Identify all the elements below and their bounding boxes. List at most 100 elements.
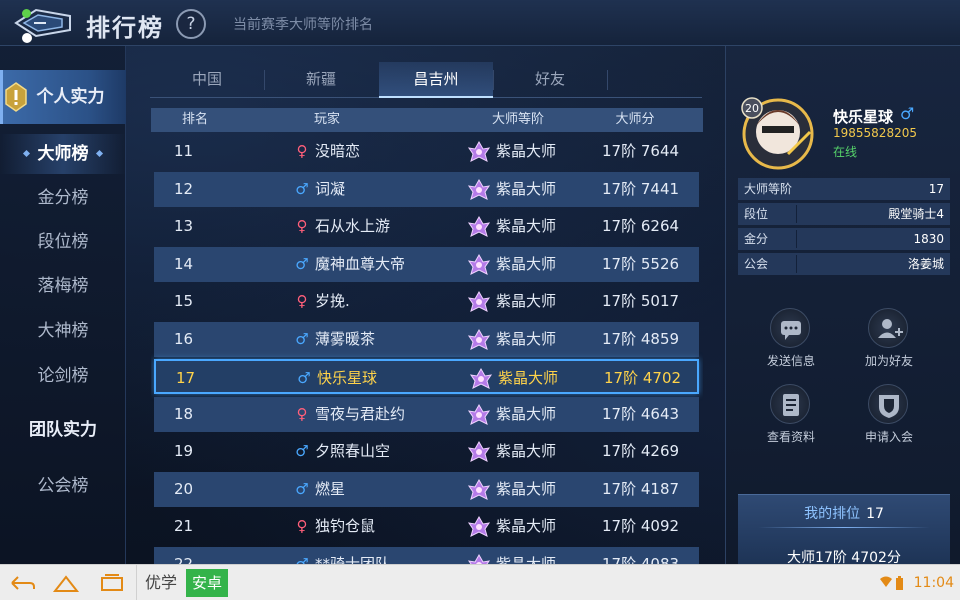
amethyst-master-icon: [467, 215, 491, 237]
male-gender-icon: ♂: [295, 329, 309, 348]
stat-guild: 公会 洛姜城: [738, 253, 950, 275]
rank-cell: 21: [174, 517, 194, 535]
header-score: 大师分: [615, 112, 655, 127]
tab-changji[interactable]: 昌吉州: [379, 62, 493, 98]
sidebar-item-rank-tier[interactable]: 段位榜: [0, 222, 126, 262]
profile-doc-icon: [770, 384, 810, 424]
action-label: 发送信息: [766, 354, 815, 368]
score-cell: 17阶 4702: [604, 369, 682, 387]
male-gender-icon: ♂: [900, 104, 915, 123]
table-row[interactable]: 22 ♂ **骑士团队 紫晶大师 17阶 4083: [154, 546, 699, 565]
male-gender-icon: ♂: [297, 369, 311, 387]
table-row[interactable]: 11 ♀ 没暗恋 紫晶大师 17阶 7644: [154, 134, 699, 169]
system-navbar: 优学 安卓 11:04: [0, 564, 960, 600]
stat-master-tier: 大师等阶 17: [738, 178, 950, 200]
add-friend-icon: [868, 308, 908, 348]
my-rank-divider: [758, 527, 930, 528]
female-gender-icon: ♀: [296, 404, 308, 423]
table-row[interactable]: 16 ♂ 薄雾暖茶 紫晶大师 17阶 4859: [154, 321, 699, 357]
rank-cell: 18: [174, 404, 194, 423]
player-name-cell: 燃星: [315, 479, 346, 498]
stat-key: 金分: [744, 232, 769, 246]
score-cell: 17阶 4643: [602, 404, 680, 423]
sidebar-item-sword[interactable]: 论剑榜: [0, 356, 126, 396]
male-gender-icon: ♂: [295, 254, 309, 273]
table-row[interactable]: 19 ♂ 夕照春山空 紫晶大师 17阶 4269: [154, 434, 699, 469]
score-cell: 17阶 7441: [602, 179, 680, 198]
sidebar-item-god[interactable]: 大神榜: [0, 311, 126, 351]
stat-divider: [796, 230, 797, 248]
back-arrow-icon: [14, 8, 71, 38]
rank-cell: 17: [176, 369, 196, 387]
amethyst-master-icon: [467, 515, 491, 537]
tier-cell: 紫晶大师: [498, 369, 559, 387]
app-name[interactable]: 优学: [136, 565, 177, 600]
tier-cell: 紫晶大师: [496, 554, 557, 565]
overlay-dot-icon: [22, 33, 32, 43]
apply-join-guild-button[interactable]: 申请入会: [846, 384, 926, 452]
sidebar-section-personal[interactable]: 个人实力: [0, 70, 126, 124]
female-gender-icon: ♀: [296, 292, 308, 310]
header-rank: 排名: [181, 112, 208, 127]
android-badge[interactable]: 安卓: [186, 569, 229, 597]
score-cell: 17阶 6264: [602, 217, 680, 235]
tier-cell: 紫晶大师: [496, 404, 557, 423]
table-row[interactable]: 13 ♀ 石从水上游 紫晶大师 17阶 6264: [154, 209, 699, 244]
stat-divider: [796, 255, 797, 273]
table-row[interactable]: 18 ♀ 雪夜与君赴约 紫晶大师 17阶 4643: [154, 396, 699, 432]
rank-cell: 20: [174, 479, 194, 498]
tab-xinjiang[interactable]: 新疆: [264, 62, 378, 98]
stat-divider: [796, 205, 797, 223]
table-row[interactable]: 15 ♀ 岁挽. 紫晶大师 17阶 5017: [154, 284, 699, 319]
recent-apps-icon[interactable]: [98, 571, 126, 595]
score-cell: 17阶 5526: [602, 254, 680, 273]
action-label: 加为好友: [864, 354, 913, 368]
message-icon: [770, 308, 810, 348]
wifi-battery-icon: [880, 576, 903, 590]
help-button[interactable]: ?: [176, 9, 206, 39]
tab-divider: [607, 70, 608, 90]
amethyst-master-icon: [467, 290, 491, 312]
table-row[interactable]: 20 ♂ 燃星 紫晶大师 17阶 4187: [154, 471, 699, 507]
sidebar-section-team[interactable]: 团队实力: [0, 403, 126, 457]
tier-cell: 紫晶大师: [496, 442, 557, 460]
tab-china[interactable]: 中国: [150, 62, 264, 98]
level-badge: 20: [745, 102, 759, 115]
player-name-cell: 快乐星球: [317, 369, 378, 387]
male-gender-icon: ♂: [295, 442, 309, 460]
action-label: 查看资料: [766, 430, 815, 444]
sidebar-item-gold[interactable]: 金分榜: [0, 178, 126, 218]
sidebar-item-guild[interactable]: 公会榜: [0, 466, 126, 506]
rank-cell: 19: [174, 442, 194, 460]
stat-rank-tier: 段位 殿堂骑士4: [738, 203, 950, 225]
table-row[interactable]: 21 ♀ 独钓仓鼠 紫晶大师 17阶 4092: [154, 509, 699, 544]
player-name-cell: 词凝: [315, 179, 346, 198]
stat-value: 洛姜城: [907, 257, 944, 271]
score-cell: 17阶 5017: [602, 292, 680, 310]
view-profile-button[interactable]: 查看资料: [748, 384, 828, 452]
header-tier: 大师等阶: [491, 112, 544, 127]
page-title: 排行榜: [86, 14, 164, 42]
amethyst-master-icon: [467, 440, 491, 462]
rank-cell: 12: [174, 179, 194, 198]
send-message-button[interactable]: 发送信息: [748, 308, 828, 376]
player-detail-panel: 20 快乐星球 ♂ 19855828205 在线 大师等阶 17 段位 殿堂骑士…: [725, 46, 960, 566]
online-status: 在线: [833, 145, 858, 159]
sidebar-item-luomei[interactable]: 落梅榜: [0, 266, 126, 306]
tier-cell: 紫晶大师: [496, 217, 557, 235]
table-row[interactable]: 12 ♂ 词凝 紫晶大师 17阶 7441: [154, 171, 699, 207]
female-gender-icon: ♀: [296, 217, 308, 235]
table-row-self[interactable]: 17 ♂ 快乐星球 紫晶大师 17阶 4702: [154, 359, 699, 394]
table-row[interactable]: 14 ♂ 魔神血尊大帝 紫晶大师 17阶 5526: [154, 246, 699, 282]
rank-cell: 15: [174, 292, 194, 310]
tab-friends[interactable]: 好友: [493, 62, 607, 98]
back-icon[interactable]: [8, 571, 36, 595]
add-friend-button[interactable]: 加为好友: [846, 308, 926, 376]
rank-cell: 14: [174, 254, 194, 273]
action-label: 申请入会: [864, 430, 913, 444]
avatar[interactable]: 20: [740, 96, 816, 172]
tier-cell: 紫晶大师: [496, 254, 557, 273]
back-button[interactable]: [10, 6, 74, 43]
sidebar-item-master[interactable]: 大师榜: [0, 134, 126, 174]
home-icon[interactable]: [52, 571, 80, 595]
